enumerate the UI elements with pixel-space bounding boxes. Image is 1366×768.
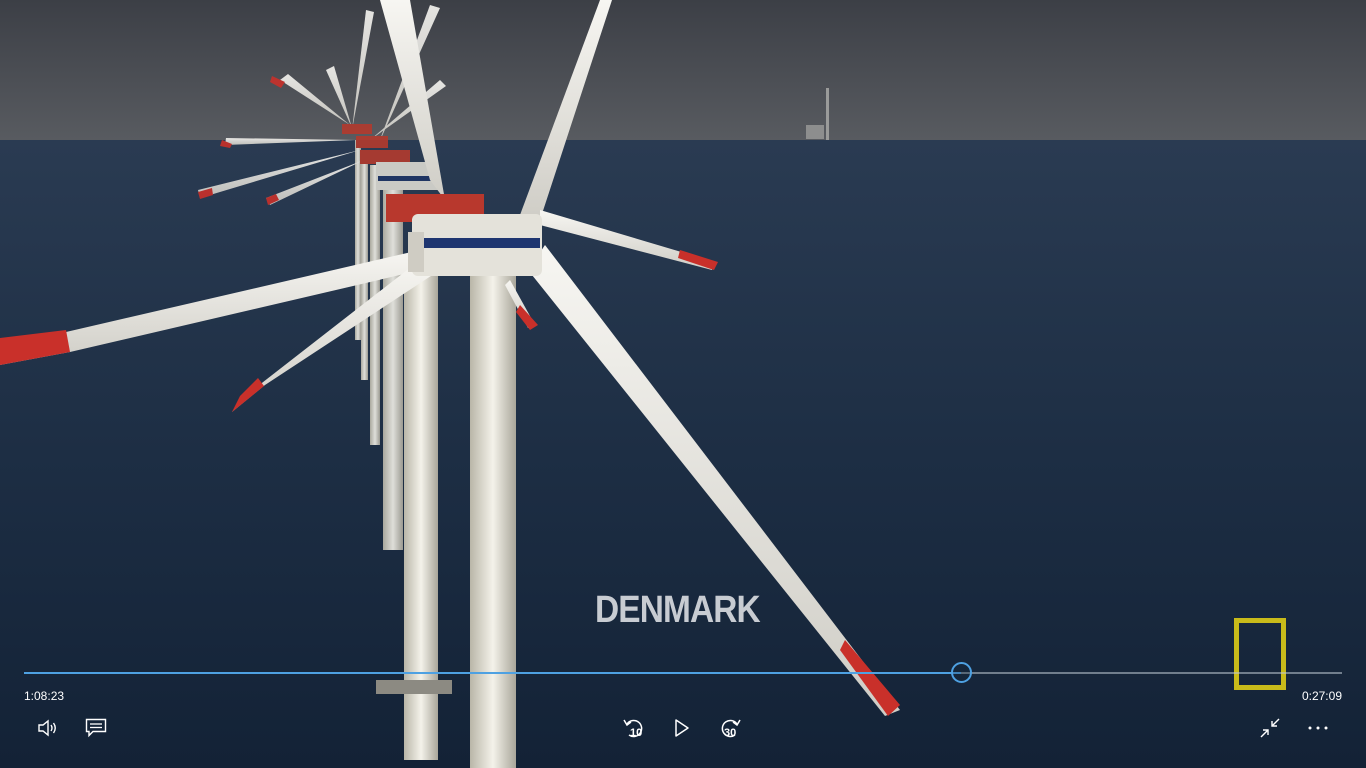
- captions-button[interactable]: [79, 712, 113, 744]
- captions-icon: [85, 718, 107, 738]
- video-frame[interactable]: [0, 0, 1366, 768]
- more-options-icon: [1308, 726, 1328, 730]
- play-button[interactable]: [665, 712, 699, 744]
- skip-forward-label: 30: [724, 727, 737, 739]
- seek-progress: [24, 672, 962, 674]
- exit-fullscreen-icon: [1260, 718, 1280, 738]
- volume-icon: [38, 719, 56, 737]
- exit-fullscreen-button[interactable]: [1253, 712, 1287, 744]
- more-options-button[interactable]: [1301, 712, 1335, 744]
- skip-back-button[interactable]: 10: [617, 712, 651, 744]
- elapsed-time: 1:08:23: [24, 689, 65, 703]
- play-icon: [675, 719, 689, 737]
- skip-back-label: 10: [630, 727, 643, 739]
- skip-forward-button[interactable]: 30: [713, 712, 747, 744]
- remaining-time: 0:27:09: [1301, 689, 1342, 703]
- volume-button[interactable]: [31, 712, 65, 744]
- national-geographic-logo: [1234, 618, 1286, 690]
- seek-bar[interactable]: [24, 662, 1342, 683]
- video-caption: DENMARK: [595, 589, 761, 631]
